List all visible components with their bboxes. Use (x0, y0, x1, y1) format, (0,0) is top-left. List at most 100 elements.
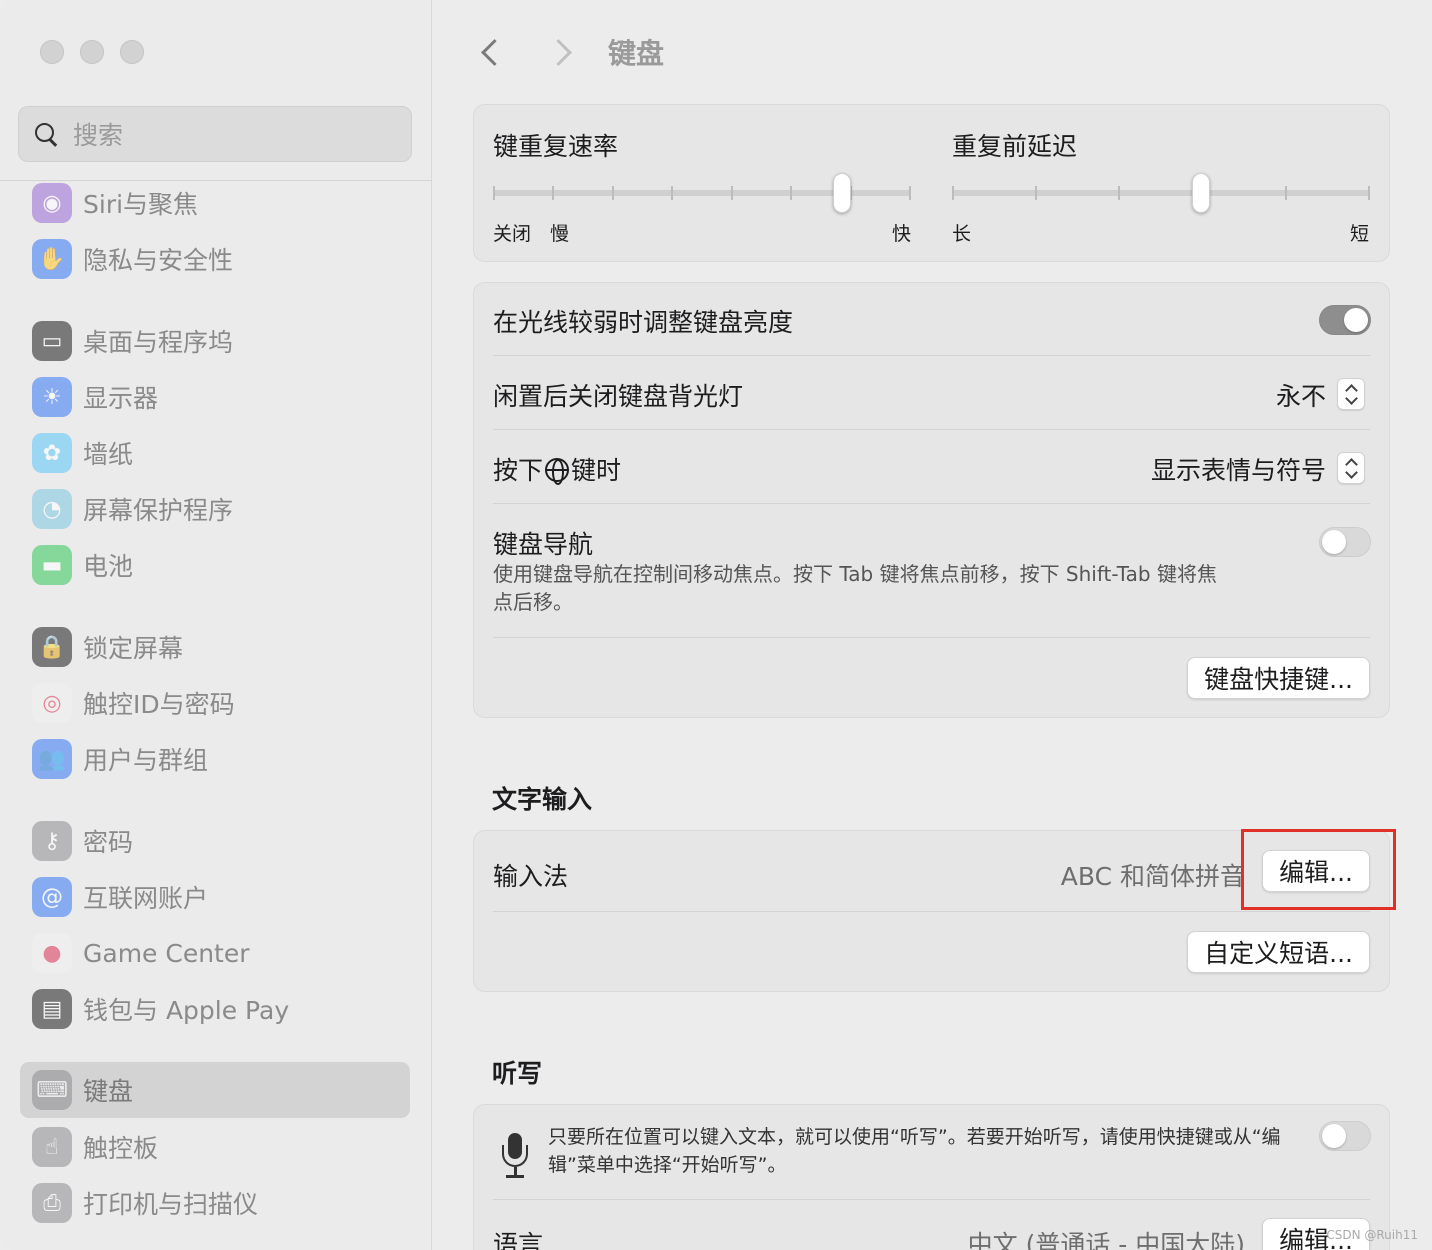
row-divider (493, 1199, 1370, 1200)
sidebar-item-label: 钱包与 Apple Pay (83, 996, 290, 1025)
globe-label-pre: 按下 (493, 456, 544, 485)
sidebar-item[interactable]: 🔒 锁定屏幕 (20, 619, 410, 675)
globe-label-post: 键时 (571, 456, 622, 485)
slider-knob[interactable] (1192, 173, 1210, 213)
sidebar-item[interactable]: ● Game Center (20, 925, 410, 981)
key-icon: ⚷ (32, 821, 72, 861)
search-input[interactable]: 搜索 (73, 116, 123, 152)
row-divider (493, 429, 1370, 430)
sidebar-item-label: Siri与聚焦 (83, 190, 199, 219)
rate-fast-label: 快 (892, 223, 912, 245)
slider-tick (552, 186, 555, 200)
sun-icon: ☀ (32, 377, 72, 417)
repeat-rate-slider[interactable] (493, 171, 911, 215)
sidebar-item-label: 显示器 (83, 384, 159, 413)
globe-icon (545, 458, 570, 485)
search-icon (33, 121, 59, 147)
sidebar-item[interactable]: ◔ 屏幕保护程序 (20, 481, 410, 537)
sidebar-item[interactable]: ◎ 触控ID与密码 (20, 675, 410, 731)
dictation-language-label: 语言 (493, 1230, 544, 1250)
backlight-value[interactable]: 永不 (1276, 377, 1326, 413)
sidebar-item[interactable]: ☀ 显示器 (20, 369, 410, 425)
dictation-toggle[interactable] (1319, 1121, 1371, 1151)
watermark: CSDN @Ruih11 (1326, 1228, 1418, 1242)
lock-icon: 🔒 (32, 627, 72, 667)
sidebar-item-label: 打印机与扫描仪 (83, 1190, 259, 1219)
repeat-card: 键重复速率 重复前延迟 关闭 慢 快 长 短 (473, 104, 1390, 262)
text-input-section-title: 文字输入 (492, 785, 593, 814)
search-field[interactable]: 搜索 (18, 106, 412, 162)
keyboard-shortcuts-button[interactable]: 键盘快捷键... (1187, 657, 1370, 699)
sidebar-item[interactable]: ⎙ 打印机与扫描仪 (20, 1175, 410, 1231)
repeat-rate-label: 键重复速率 (493, 132, 619, 161)
fingerprint-icon: ◎ (32, 683, 72, 723)
keyboard-nav-description: 使用键盘导航在控制间移动焦点。按下 Tab 键将焦点前移，按下 Shift-Ta… (493, 562, 1217, 614)
hand-icon: ✋ (32, 239, 72, 279)
slider-tick (1284, 186, 1287, 200)
row-divider (493, 355, 1370, 356)
sidebar-item-label: 锁定屏幕 (83, 634, 184, 663)
page-title: 键盘 (608, 37, 665, 70)
close-button[interactable] (40, 40, 64, 64)
sidebar-item[interactable]: 👥 用户与群组 (20, 731, 410, 787)
sidebar-item[interactable]: ⚷ 密码 (20, 813, 410, 869)
flower-icon: ✿ (32, 433, 72, 473)
sidebar-item-label: 触控ID与密码 (83, 690, 235, 719)
sidebar-item[interactable]: ✋ 隐私与安全性 (20, 231, 410, 287)
brightness-label: 在光线较弱时调整键盘亮度 (493, 308, 794, 337)
sidebar-item[interactable]: ✿ 墙纸 (20, 425, 410, 481)
sidebar-item[interactable]: ▬ 电池 (20, 537, 410, 593)
trackpad-icon: ☝ (32, 1127, 72, 1167)
keyboard-nav-toggle[interactable] (1319, 527, 1371, 557)
sidebar-item-label: 墙纸 (83, 440, 134, 469)
sidebar-item-label: 互联网账户 (83, 884, 209, 913)
slider-tick (730, 186, 733, 200)
printer-icon: ⎙ (32, 1183, 72, 1223)
input-sources-label: 输入法 (493, 862, 569, 891)
slider-tick (671, 186, 674, 200)
sidebar-item-label: 电池 (83, 552, 134, 581)
sidebar-item-label: Game Center (83, 938, 250, 968)
sidebar-item[interactable]: @ 互联网账户 (20, 869, 410, 925)
brightness-toggle[interactable] (1319, 305, 1371, 335)
globe-key-value[interactable]: 显示表情与符号 (1151, 451, 1326, 487)
sidebar-item[interactable]: ◉ Siri与聚焦 (20, 175, 410, 231)
globe-key-label: 按下 键时 (493, 451, 621, 487)
rate-slow-label: 慢 (550, 223, 570, 245)
row-divider (493, 503, 1370, 504)
sidebar-item-label: 隐私与安全性 (83, 246, 234, 275)
repeat-delay-slider[interactable] (952, 171, 1370, 215)
keyboard-nav-label: 键盘导航 (493, 530, 594, 559)
dictation-section-title: 听写 (492, 1059, 543, 1088)
sidebar-item-label: 密码 (83, 828, 134, 857)
back-button[interactable] (475, 36, 505, 66)
slider-tick (952, 186, 954, 200)
slider-knob[interactable] (833, 173, 851, 213)
sidebar-item[interactable]: ▭ 桌面与程序坞 (20, 313, 410, 369)
text-replacements-button[interactable]: 自定义短语... (1187, 931, 1370, 973)
backlight-popup-stepper-icon[interactable] (1337, 378, 1365, 410)
at-icon: @ (32, 877, 72, 917)
dictation-description: 只要所在位置可以键入文本，就可以使用“听写”。若要开始听写，请使用快捷键或从“编… (548, 1126, 1281, 1176)
dictation-language-value: 中文 (普通话 - 中国大陆) (967, 1230, 1245, 1250)
repeat-delay-label: 重复前延迟 (952, 132, 1078, 161)
dock-icon: ▭ (32, 321, 72, 361)
forward-button[interactable] (545, 36, 575, 66)
rate-off-label: 关闭 (493, 223, 532, 245)
dictation-card: 只要所在位置可以键入文本，就可以使用“听写”。若要开始听写，请使用快捷键或从“编… (473, 1104, 1390, 1250)
globe-popup-stepper-icon[interactable] (1337, 452, 1365, 484)
slider-tick (611, 186, 614, 200)
slider-tick (1368, 186, 1370, 200)
minimize-button[interactable] (80, 40, 104, 64)
sidebar-item[interactable]: ☝ 触控板 (20, 1119, 410, 1175)
sidebar-item[interactable]: ⌨ 键盘 (20, 1062, 410, 1118)
annotation-highlight-box (1241, 829, 1396, 910)
sidebar-item-label: 键盘 (83, 1077, 134, 1106)
row-divider (493, 911, 1370, 912)
slider-tick (493, 186, 495, 200)
zoom-button[interactable] (120, 40, 144, 64)
sidebar-item[interactable]: ▤ 钱包与 Apple Pay (20, 981, 410, 1037)
slider-tick (790, 186, 793, 200)
slider-tick (1118, 186, 1121, 200)
slider-track (952, 190, 1370, 196)
